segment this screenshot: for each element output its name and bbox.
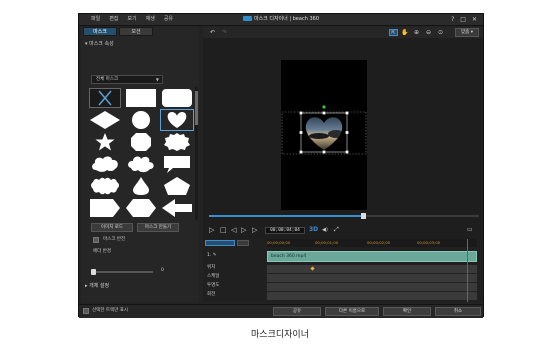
display-mode-icon[interactable]: ▭ [467, 226, 473, 234]
zoom-out-icon[interactable]: ⊖ [425, 29, 432, 36]
timeline: 00;00;00;00 00;00;01;00 00;00;02;00 00;0… [203, 239, 483, 302]
stereo-3d-badge[interactable]: 3D [309, 226, 318, 233]
shape-diamond[interactable] [89, 110, 121, 130]
playback-progress[interactable] [209, 213, 479, 219]
maximize-icon[interactable]: □ [460, 16, 466, 23]
shape-heart[interactable] [160, 109, 194, 131]
window-title: 마스크 디자이너 | beach 360 [79, 16, 483, 23]
figure-caption: 마스크디자이너 [251, 330, 309, 340]
timeline-ruler[interactable]: 00;00;00;00 00;00;01;00 00;00;02;00 00;0… [267, 239, 477, 247]
prev-frame-icon[interactable]: ◁ [231, 226, 236, 234]
timeline-clip[interactable]: beach 360.mp4 [267, 251, 477, 262]
feather-label: 페더 반경 [93, 249, 111, 254]
shape-badge[interactable] [161, 132, 193, 152]
progress-knob[interactable] [360, 213, 366, 219]
shape-cloud[interactable] [89, 154, 121, 174]
ruler-tick-1: 00;00;01;00 [315, 240, 339, 245]
undo-icon[interactable]: ↶ [209, 29, 216, 36]
tab-mask[interactable]: 마스크 [83, 27, 117, 36]
track-label-clip: 1. ✎ [207, 253, 217, 258]
title-bar: 파일 편집 보기 재생 공유 마스크 디자이너 | beach 360 ? □ … [79, 14, 483, 26]
ruler-tick-2: 00;00;02;00 [367, 240, 391, 245]
cancel-button[interactable]: 취소 [435, 307, 481, 316]
close-icon[interactable]: ✕ [472, 16, 477, 23]
ruler-tick-3: 00;00;03;00 [417, 240, 441, 245]
ruler-tick-0: 00;00;00;00 [267, 240, 291, 245]
scrollbar-thumb[interactable] [195, 91, 198, 125]
bottom-bar: 선택한 트랙만 표시 공유 다른 이름으로 확인 취소 [79, 304, 483, 318]
timeline-mode-toggle[interactable] [205, 240, 235, 246]
progress-fill [209, 215, 363, 217]
track-rotation[interactable] [267, 292, 477, 301]
timecode-display[interactable]: 00;00;04;04 [265, 227, 305, 234]
shape-circle[interactable] [125, 110, 157, 130]
chevron-down-icon: ▼ [155, 77, 159, 82]
shape-scallop[interactable] [89, 176, 121, 196]
left-panel: 마스크 모션 ▾ 마스크 속성 전체 마스크 ▼ 이미지 로드 마스크 만들기 … [81, 27, 199, 302]
mask-type-dropdown[interactable]: 전체 마스크 ▼ [91, 75, 163, 84]
track-label-scale: 스케일 [207, 274, 220, 279]
window-controls: ? □ ✕ [451, 16, 477, 23]
track-label-rotation: 회전 [207, 292, 216, 297]
panel-tabs: 마스크 모션 [83, 27, 153, 36]
invert-mask-label: 마스크 반전 [103, 237, 126, 242]
shape-arrow[interactable] [161, 198, 193, 218]
slider-knob[interactable] [91, 269, 96, 275]
tab-motion[interactable]: 모션 [119, 27, 153, 36]
shape-star[interactable] [89, 132, 121, 152]
timeline-playhead[interactable] [467, 239, 468, 302]
shape-pentagon[interactable] [161, 176, 193, 196]
preview-canvas [281, 60, 367, 210]
zoom-in-icon[interactable]: ⊕ [413, 29, 420, 36]
shape-hexagon[interactable] [125, 198, 157, 218]
feather-slider[interactable] [91, 269, 153, 275]
fit-icon[interactable]: ⊙ [437, 29, 444, 36]
mask-designer-window: 파일 편집 보기 재생 공유 마스크 디자이너 | beach 360 ? □ … [78, 13, 484, 318]
playback-controls: ▷ □ ◁ ▷ ▷ 00;00;04;04 3D ◀) ⤢ ▭ [203, 224, 483, 236]
hand-tool-icon[interactable]: ✋ [401, 29, 408, 36]
play-icon[interactable]: ▷ [209, 226, 214, 234]
import-image-button[interactable]: 이미지 로드 [91, 223, 133, 232]
save-as-button[interactable]: 다른 이름으로 [325, 307, 379, 316]
show-selected-track-label: 선택한 트랙만 표시 [92, 308, 128, 313]
redo-icon[interactable]: ↷ [221, 29, 228, 36]
object-settings-header[interactable]: ▸ 개체 설정 [85, 283, 109, 290]
show-selected-track-checkbox[interactable] [83, 308, 89, 314]
zoom-dropdown[interactable]: 맞춤 ▾ [455, 28, 479, 37]
select-tool-icon[interactable]: ⇱ [389, 29, 398, 36]
track-scale[interactable] [267, 274, 477, 283]
volume-icon[interactable]: ◀) [322, 226, 328, 234]
app-logo-icon [242, 16, 252, 21]
video-preview[interactable] [281, 60, 367, 210]
mask-props-header[interactable]: ▾ 마스크 속성 [85, 41, 114, 48]
shape-rounded-rectangle[interactable] [161, 88, 193, 108]
shape-cloud-2[interactable] [125, 154, 157, 174]
share-button[interactable]: 공유 [273, 307, 321, 316]
shape-speech-bubble[interactable] [161, 154, 193, 174]
track-position[interactable] [267, 265, 477, 274]
mask-shape-grid [89, 88, 194, 220]
track-label-position: 위치 [207, 265, 216, 270]
stop-icon[interactable]: □ [220, 226, 227, 234]
feather-value: 0 [161, 268, 164, 273]
shape-grid-scrollbar[interactable] [195, 87, 198, 220]
invert-mask-checkbox[interactable] [93, 237, 99, 243]
timeline-zoom-toggle[interactable] [237, 240, 249, 246]
fullscreen-icon[interactable]: ⤢ [334, 226, 339, 234]
track-label-opacity: 투명도 [207, 283, 220, 288]
preview-toolbar: ↶ ↷ ⇱ ✋ ⊕ ⊖ ⊙ 맞춤 ▾ [203, 27, 483, 38]
track-opacity[interactable] [267, 283, 477, 292]
shape-rectangle[interactable] [125, 88, 157, 108]
help-icon[interactable]: ? [451, 16, 454, 23]
preview-area: ↶ ↷ ⇱ ✋ ⊕ ⊖ ⊙ 맞춤 ▾ ▷ □ ◁ ▷ ▷ 00;00;04;04… [203, 27, 483, 302]
ok-button[interactable]: 확인 [383, 307, 431, 316]
shape-drop[interactable] [125, 176, 157, 196]
create-mask-button[interactable]: 마스크 만들기 [137, 223, 179, 232]
shape-tag[interactable] [89, 198, 121, 218]
fast-forward-icon[interactable]: ▷ [252, 226, 257, 234]
shape-octagon[interactable] [125, 132, 157, 152]
shape-none[interactable] [89, 88, 121, 108]
next-frame-icon[interactable]: ▷ [241, 226, 246, 234]
